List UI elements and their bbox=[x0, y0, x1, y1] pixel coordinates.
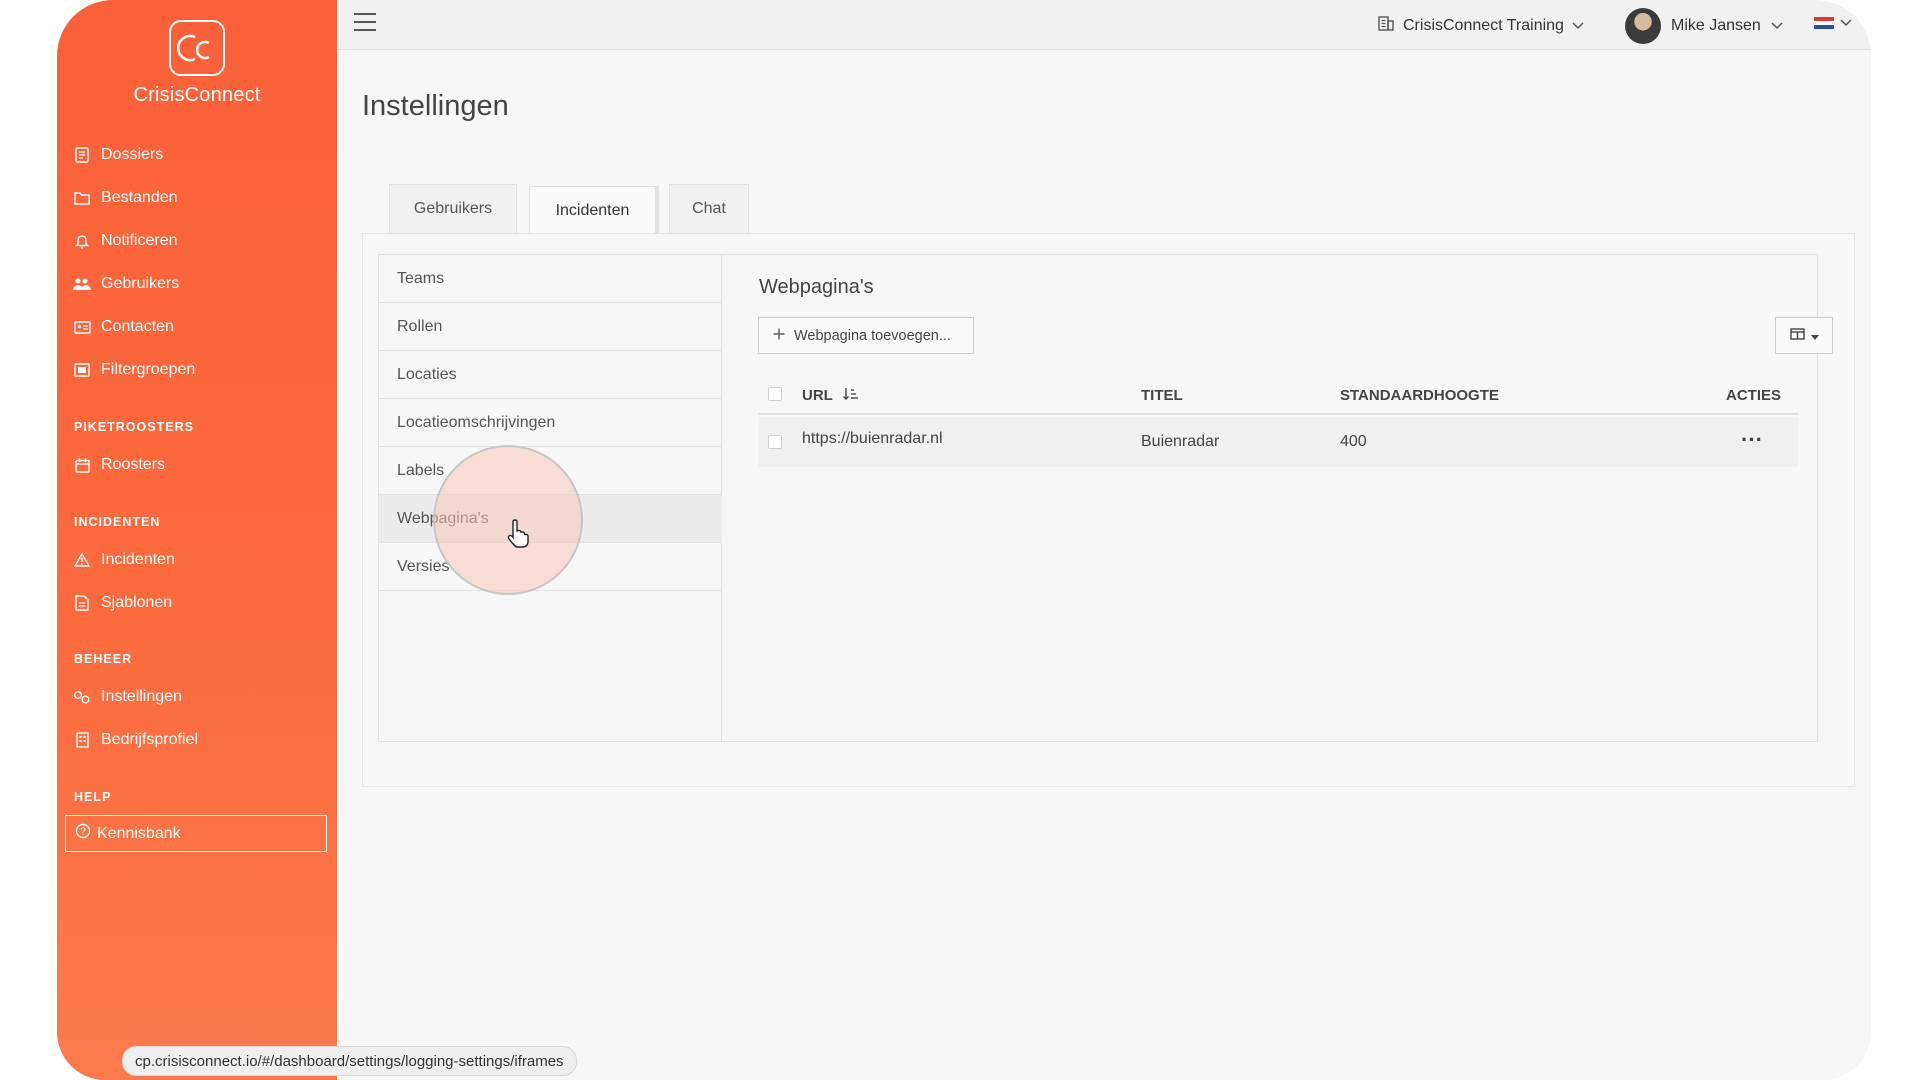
bell-icon bbox=[73, 232, 91, 250]
warning-icon bbox=[73, 551, 91, 569]
filter-group-icon bbox=[73, 361, 91, 379]
column-standaardhoogte[interactable]: STANDAARDHOOGTE bbox=[1340, 387, 1499, 404]
chevron-down-icon bbox=[1840, 14, 1852, 32]
add-webpage-label: Webpagina toevoegen... bbox=[794, 327, 951, 344]
user-menu[interactable]: Mike Jansen bbox=[1625, 8, 1783, 44]
sidebar-item-label: Roosters bbox=[101, 456, 166, 473]
sidebar-item-filtergroepen[interactable]: Filtergroepen bbox=[73, 353, 195, 387]
menu-item-locaties[interactable]: Locaties bbox=[379, 351, 722, 399]
folder-icon bbox=[73, 189, 91, 207]
menu-item-labels[interactable]: Labels bbox=[379, 447, 722, 495]
page-title: Instellingen bbox=[362, 90, 509, 122]
sidebar-item-instellingen[interactable]: Instellingen bbox=[73, 680, 182, 714]
user-name: Mike Jansen bbox=[1671, 17, 1761, 34]
row-checkbox[interactable] bbox=[768, 435, 782, 449]
svg-text:?: ? bbox=[80, 827, 86, 838]
cell-url[interactable]: https://buienradar.nl bbox=[802, 430, 943, 448]
nl-flag-icon bbox=[1814, 16, 1834, 30]
sidebar-item-label: Sjablonen bbox=[101, 594, 173, 611]
app-window: CrisisConnect Dossiers Bestanden Notific… bbox=[57, 0, 1871, 1080]
building-icon bbox=[73, 731, 91, 749]
sidebar-item-label: Dossiers bbox=[101, 146, 164, 163]
section-incidenten: INCIDENTEN bbox=[74, 515, 161, 529]
sidebar-item-incidenten[interactable]: Incidenten bbox=[73, 543, 175, 577]
sidebar-item-label: Notificeren bbox=[101, 232, 178, 249]
column-acties: ACTIES bbox=[1726, 387, 1782, 404]
sort-ascending-icon bbox=[842, 387, 859, 404]
sidebar-item-label: Gebruikers bbox=[101, 275, 180, 292]
template-icon bbox=[73, 594, 91, 612]
table-row[interactable]: https://buienradar.nl Buienradar 400 ··· bbox=[758, 417, 1798, 467]
cell-titel: Buienradar bbox=[1141, 433, 1220, 450]
sidebar: CrisisConnect Dossiers Bestanden Notific… bbox=[57, 0, 337, 1080]
caret-down-icon bbox=[1810, 327, 1819, 345]
sidebar-item-label: Incidenten bbox=[101, 551, 175, 568]
cell-standaardhoogte: 400 bbox=[1340, 433, 1367, 450]
menu-item-webpaginas[interactable]: Webpagina's bbox=[379, 495, 722, 543]
sidebar-item-dossiers[interactable]: Dossiers bbox=[73, 138, 163, 172]
users-icon bbox=[73, 275, 91, 293]
column-url-label: URL bbox=[802, 387, 833, 404]
contact-card-icon bbox=[73, 318, 91, 336]
sidebar-item-label: Instellingen bbox=[101, 688, 182, 705]
sidebar-item-contacten[interactable]: Contacten bbox=[73, 310, 174, 344]
menu-toggle-icon[interactable] bbox=[354, 13, 376, 33]
menu-item-teams[interactable]: Teams bbox=[379, 255, 722, 303]
column-titel[interactable]: TITEL bbox=[1141, 387, 1183, 404]
gears-icon bbox=[73, 688, 91, 706]
columns-icon bbox=[1789, 327, 1805, 345]
chevron-down-icon bbox=[1771, 17, 1783, 35]
help-circle-icon: ? bbox=[75, 823, 91, 844]
logo-mark-icon bbox=[169, 20, 225, 76]
incident-settings-menu: Teams Rollen Locaties Locatieomschrijvin… bbox=[379, 255, 722, 741]
status-url: cp.crisisconnect.io/#/dashboard/settings… bbox=[122, 1046, 577, 1076]
section-title: Webpagina's bbox=[759, 276, 874, 298]
section-help: HELP bbox=[74, 790, 112, 804]
building-icon bbox=[1377, 14, 1395, 37]
table-header: URL TITEL STANDAARDHOOGTE ACTIES bbox=[758, 375, 1798, 415]
sidebar-item-roosters[interactable]: Roosters bbox=[73, 448, 165, 482]
select-all-checkbox[interactable] bbox=[768, 387, 782, 401]
section-piketroosters: PIKETROOSTERS bbox=[74, 420, 194, 434]
app-name: CrisisConnect bbox=[133, 84, 261, 106]
calendar-icon bbox=[73, 456, 91, 474]
org-switcher[interactable]: CrisisConnect Training bbox=[1377, 14, 1584, 37]
sidebar-item-gebruikers[interactable]: Gebruikers bbox=[73, 267, 179, 301]
org-name: CrisisConnect Training bbox=[1403, 16, 1564, 34]
sidebar-item-bestanden[interactable]: Bestanden bbox=[73, 181, 178, 215]
sidebar-item-sjablonen[interactable]: Sjablonen bbox=[73, 586, 172, 620]
tab-incidenten[interactable]: Incidenten bbox=[529, 186, 659, 235]
document-icon bbox=[73, 146, 91, 164]
chevron-down-icon bbox=[1572, 17, 1584, 35]
avatar bbox=[1625, 8, 1661, 44]
tab-gebruikers[interactable]: Gebruikers bbox=[389, 184, 517, 233]
sidebar-item-label: Kennisbank bbox=[97, 824, 181, 842]
columns-toggle-button[interactable] bbox=[1775, 317, 1833, 354]
menu-item-rollen[interactable]: Rollen bbox=[379, 303, 722, 351]
sidebar-item-label: Bestanden bbox=[101, 189, 178, 206]
topbar: CrisisConnect Training Mike Jansen bbox=[337, 0, 1871, 50]
column-url[interactable]: URL bbox=[802, 387, 859, 404]
tab-chat[interactable]: Chat bbox=[669, 184, 749, 233]
sidebar-item-label: Filtergroepen bbox=[101, 361, 196, 378]
sidebar-item-label: Bedrijfsprofiel bbox=[101, 731, 198, 748]
sidebar-item-bedrijfsprofiel[interactable]: Bedrijfsprofiel bbox=[73, 723, 198, 757]
sidebar-item-label: Contacten bbox=[101, 318, 174, 335]
plus-icon bbox=[773, 328, 785, 344]
sidebar-item-kennisbank[interactable]: ? Kennisbank bbox=[65, 815, 327, 852]
settings-content: Teams Rollen Locaties Locatieomschrijvin… bbox=[378, 254, 1833, 742]
add-webpage-button[interactable]: Webpagina toevoegen... bbox=[758, 317, 974, 354]
row-actions-menu[interactable]: ··· bbox=[1741, 427, 1763, 453]
menu-item-versies[interactable]: Versies bbox=[379, 543, 722, 591]
menu-item-locatieomschrijvingen[interactable]: Locatieomschrijvingen bbox=[379, 399, 722, 447]
sidebar-item-notificeren[interactable]: Notificeren bbox=[73, 224, 177, 258]
app-logo[interactable]: CrisisConnect bbox=[57, 20, 337, 107]
section-beheer: BEHEER bbox=[74, 652, 133, 666]
language-switcher[interactable] bbox=[1814, 14, 1852, 32]
